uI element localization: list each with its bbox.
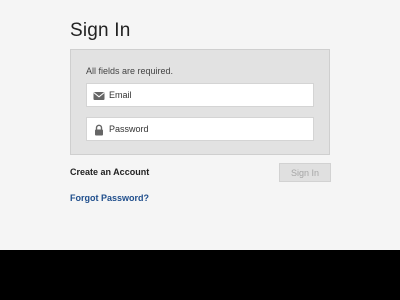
email-field[interactable]: Email [86, 83, 314, 107]
password-placeholder: Password [109, 124, 149, 134]
forgot-password-link[interactable]: Forgot Password? [70, 193, 149, 203]
required-fields-note: All fields are required. [86, 66, 174, 76]
create-account-link[interactable]: Create an Account [70, 167, 149, 177]
page-title: Sign In [70, 20, 131, 41]
envelope-icon [93, 92, 105, 100]
sign-in-page: Sign In All fields are required. Email P… [0, 0, 400, 250]
sign-in-button[interactable]: Sign In [279, 163, 331, 182]
lock-icon [95, 124, 103, 136]
password-field[interactable]: Password [86, 117, 314, 141]
sign-in-form-panel: All fields are required. Email Password [70, 49, 330, 155]
email-placeholder: Email [109, 90, 132, 100]
